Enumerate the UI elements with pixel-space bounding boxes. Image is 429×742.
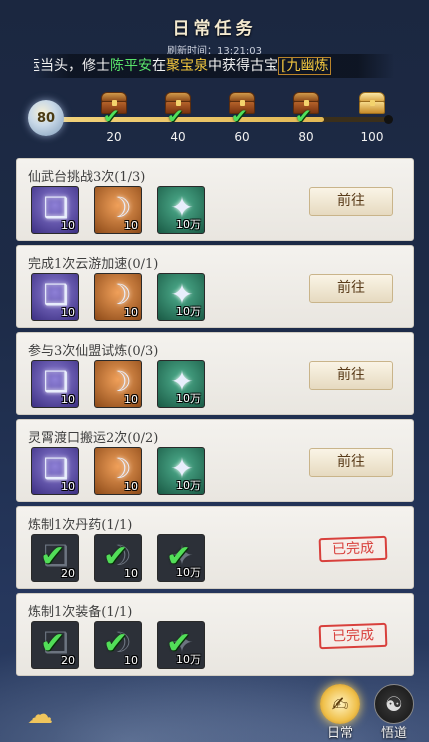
reward-list: ❑ 10 ☽ 10 ✦ 10万 <box>31 447 220 495</box>
claimed-check-icon: ✔ <box>103 539 129 574</box>
reward-item[interactable]: ❑ 10 <box>31 273 79 321</box>
nav-enlightenment-button[interactable]: ☯ 悟道 <box>372 684 416 741</box>
chest-claimed-icon[interactable]: ✔ <box>161 86 195 128</box>
reward-item[interactable]: ❑ 20 ✔ <box>31 621 79 669</box>
reward-item[interactable]: ❑ 20 ✔ <box>31 534 79 582</box>
go-button[interactable]: 前往 <box>309 361 393 390</box>
reward-item[interactable]: ✦ 10万 ✔ <box>157 534 205 582</box>
go-button[interactable]: 前往 <box>309 448 393 477</box>
reward-item[interactable]: ✦ 10万 <box>157 273 205 321</box>
cloud-back-icon[interactable]: ☁ <box>14 700 66 730</box>
reward-item[interactable]: ☽ 10 ✔ <box>94 534 142 582</box>
task-row: 仙武台挑战3次(1/3) ❑ 10 ☽ 10 ✦ 10万 前往 <box>16 158 414 241</box>
milestone-label: 60 <box>234 130 250 144</box>
claimed-check-icon: ✔ <box>40 626 66 661</box>
page-header: 日常任务 刷新时间：13:21:03 <box>0 14 429 57</box>
reward-quantity: 10 <box>124 480 138 493</box>
reward-item[interactable]: ☽ 10 <box>94 360 142 408</box>
marquee-text-1: 运当头，修士 <box>34 58 110 74</box>
claimed-check-icon: ✔ <box>103 626 129 661</box>
chest-gold-icon[interactable] <box>355 86 389 120</box>
reward-list: ❑ 10 ☽ 10 ✦ 10万 <box>31 360 220 408</box>
page-title: 日常任务 <box>172 19 257 39</box>
go-button[interactable]: 前往 <box>309 274 393 303</box>
activity-progress: 80 ✔ 20 ✔ 40 ✔ 60 ✔ 80 100 <box>26 86 416 148</box>
activity-points-orb: 80 <box>28 100 64 136</box>
chest-claimed-icon[interactable]: ✔ <box>289 86 323 128</box>
claimed-check-icon: ✔ <box>166 626 192 661</box>
nav-daily-label: 日常 <box>326 726 353 741</box>
task-row: 参与3次仙盟试炼(0/3) ❑ 10 ☽ 10 ✦ 10万 前往 <box>16 332 414 415</box>
check-icon: ✔ <box>295 104 312 128</box>
task-name: 完成1次云游加速(0/1) <box>28 257 159 272</box>
task-name: 炼制1次丹药(1/1) <box>28 518 133 533</box>
claimed-check-icon: ✔ <box>166 539 192 574</box>
milestone-label: 40 <box>170 130 186 144</box>
check-icon: ✔ <box>103 104 120 128</box>
daily-icon: ✍ <box>320 684 360 724</box>
reward-item[interactable]: ☽ 10 <box>94 273 142 321</box>
task-name: 炼制1次装备(1/1) <box>28 605 133 620</box>
chest-lock <box>370 100 375 106</box>
marquee-place: 聚宝泉 <box>166 58 208 74</box>
reward-quantity: 10万 <box>176 305 201 318</box>
check-icon: ✔ <box>231 104 248 128</box>
reward-quantity: 10 <box>61 480 75 493</box>
milestone-label: 100 <box>360 130 384 144</box>
reward-quantity: 10 <box>124 219 138 232</box>
marquee-item: [九幽炼 <box>278 57 332 75</box>
reward-item[interactable]: ✦ 10万 <box>157 360 205 408</box>
completed-stamp: 已完成 <box>318 535 388 563</box>
announcement-marquee: 运当头，修士陈平安在聚宝泉中获得古宝 [九幽炼 <box>34 54 394 78</box>
chest-claimed-icon[interactable]: ✔ <box>97 86 131 128</box>
reward-quantity: 10万 <box>176 218 201 231</box>
marquee-player-name: 陈平安 <box>110 58 152 74</box>
reward-list: ❑ 20 ✔ ☽ 10 ✔ ✦ 10万 ✔ <box>31 621 220 669</box>
reward-quantity: 10 <box>61 306 75 319</box>
claimed-check-icon: ✔ <box>40 539 66 574</box>
marquee-text-2: 在 <box>152 58 166 74</box>
reward-quantity: 10 <box>124 306 138 319</box>
task-row: 炼制1次装备(1/1) ❑ 20 ✔ ☽ 10 ✔ ✦ 10万 ✔ 已完成 <box>16 593 414 676</box>
milestone-label: 20 <box>106 130 122 144</box>
task-list[interactable]: 仙武台挑战3次(1/3) ❑ 10 ☽ 10 ✦ 10万 前往 完成1次云游加速(0/1) ❑ 10… <box>16 158 414 680</box>
reward-item[interactable]: ✦ 10万 <box>157 186 205 234</box>
reward-list: ❑ 10 ☽ 10 ✦ 10万 <box>31 186 220 234</box>
chest-claimed-icon[interactable]: ✔ <box>225 86 259 128</box>
reward-quantity: 10 <box>61 219 75 232</box>
task-name: 仙武台挑战3次(1/3) <box>28 170 146 185</box>
activity-points-value: 80 <box>36 110 56 126</box>
reward-quantity: 10万 <box>176 392 201 405</box>
reward-item[interactable]: ✦ 10万 ✔ <box>157 621 205 669</box>
reward-quantity: 10 <box>124 393 138 406</box>
task-name: 参与3次仙盟试炼(0/3) <box>28 344 159 359</box>
task-row: 完成1次云游加速(0/1) ❑ 10 ☽ 10 ✦ 10万 前往 <box>16 245 414 328</box>
reward-item[interactable]: ❑ 10 <box>31 360 79 408</box>
check-icon: ✔ <box>167 104 184 128</box>
marquee-text-3: 中获得古宝 <box>208 58 278 74</box>
nav-enlightenment-label: 悟道 <box>380 726 407 741</box>
reward-quantity: 10 <box>61 393 75 406</box>
milestone-label: 80 <box>298 130 314 144</box>
go-button[interactable]: 前往 <box>309 187 393 216</box>
reward-list: ❑ 10 ☽ 10 ✦ 10万 <box>31 273 220 321</box>
completed-stamp: 已完成 <box>318 622 388 650</box>
reward-quantity: 10万 <box>176 479 201 492</box>
reward-item[interactable]: ❑ 10 <box>31 447 79 495</box>
nav-daily-button[interactable]: ✍ 日常 <box>318 684 362 741</box>
reward-item[interactable]: ☽ 10 ✔ <box>94 621 142 669</box>
reward-item[interactable]: ✦ 10万 <box>157 447 205 495</box>
enlightenment-icon: ☯ <box>374 684 414 724</box>
task-row: 灵霄渡口搬运2次(0/2) ❑ 10 ☽ 10 ✦ 10万 前往 <box>16 419 414 502</box>
reward-item[interactable]: ☽ 10 <box>94 447 142 495</box>
reward-item[interactable]: ❑ 10 <box>31 186 79 234</box>
reward-list: ❑ 20 ✔ ☽ 10 ✔ ✦ 10万 ✔ <box>31 534 220 582</box>
task-name: 灵霄渡口搬运2次(0/2) <box>28 431 159 446</box>
task-row: 炼制1次丹药(1/1) ❑ 20 ✔ ☽ 10 ✔ ✦ 10万 ✔ 已完成 <box>16 506 414 589</box>
reward-item[interactable]: ☽ 10 <box>94 186 142 234</box>
